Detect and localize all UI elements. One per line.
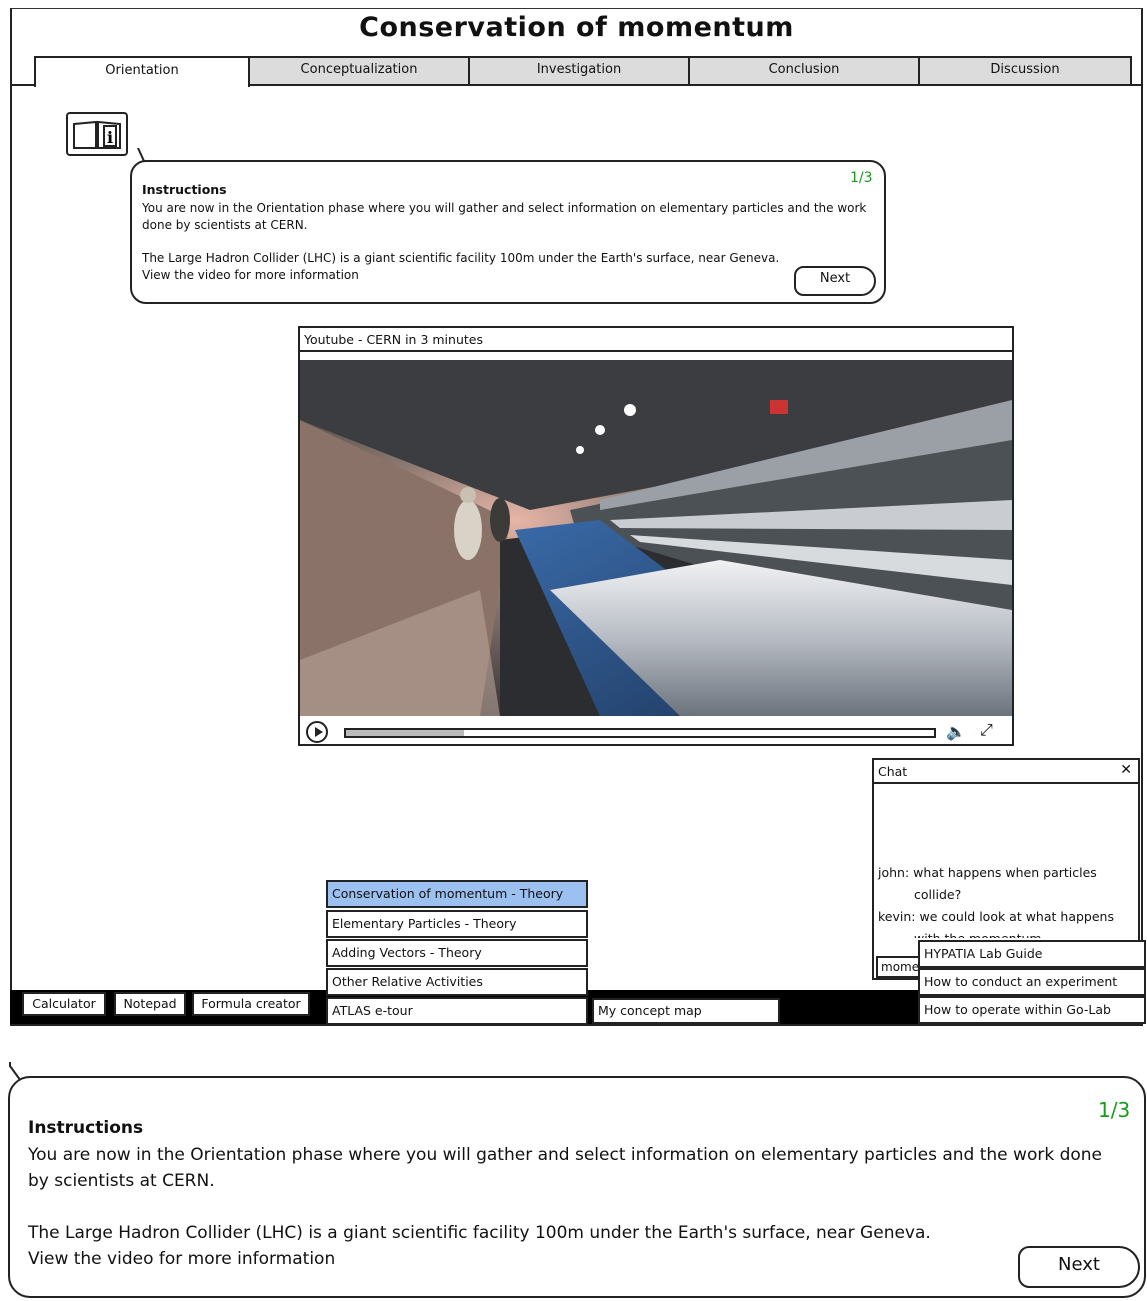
chat-text-continued: collide? [914,887,962,902]
chat-user: john: [878,865,910,880]
instructions-counter: 1/3 [850,170,873,186]
instructions-text: You are now in the Orientation phase whe… [28,1145,1103,1191]
resource-item[interactable]: Elementary Particles - Theory [326,910,588,938]
calculator-button[interactable]: Calculator [22,992,106,1016]
instructions-heading: Instructions [142,182,227,197]
resources-menu: Conservation of momentum - Theory Elemen… [326,880,588,1026]
tab-discussion[interactable]: Discussion [918,56,1132,86]
chat-text-continued: with the momentum [878,928,1136,938]
tab-conceptualization[interactable]: Conceptualization [248,56,470,86]
svg-text:i: i [107,128,113,147]
video-player: Youtube - CERN in 3 minutes 🔈 ⤢ [298,326,1014,746]
instructions-text-lhc: The Large Hadron Collider (LHC) is a gia… [28,1223,931,1243]
chat-message: john: what happens when particles collid… [878,862,1136,906]
chat-title: Chat [874,760,1138,784]
resource-item[interactable]: Adding Vectors - Theory [326,939,588,967]
guide-item[interactable]: How to conduct an experiment [918,968,1146,996]
tab-investigation[interactable]: Investigation [468,56,690,86]
instructions-bubble: 1/3 Instructions You are now in the Orie… [130,160,886,304]
video-controls: 🔈 ⤢ [300,718,1012,744]
tab-conclusion[interactable]: Conclusion [688,56,920,86]
fullscreen-icon[interactable]: ⤢ [980,720,993,740]
video-frame-image[interactable] [300,360,1012,716]
next-button[interactable]: Next [1018,1246,1140,1288]
guide-item[interactable]: How to operate within Go-Lab [918,996,1146,1024]
tab-baseline [250,84,1143,86]
chat-user: kevin: [878,909,916,924]
video-seek-bar[interactable] [344,728,936,738]
close-icon[interactable]: ✕ [1120,762,1132,778]
chat-text: what happens when particles [913,865,1097,880]
instructions-bubble-zoomed: 1/3 Instructions You are now in the Orie… [8,1076,1146,1298]
video-title: Youtube - CERN in 3 minutes [300,328,1012,352]
play-icon[interactable] [306,721,328,743]
instructions-counter: 1/3 [1098,1098,1131,1122]
instructions-heading: Instructions [28,1118,144,1138]
instructions-text-lhc: The Large Hadron Collider (LHC) is a gia… [142,251,780,265]
notepad-button[interactable]: Notepad [114,992,186,1016]
chat-text: we could look at what happens [919,909,1114,924]
formula-creator-button[interactable]: Formula creator [192,992,310,1016]
concept-map-button[interactable]: My concept map [592,998,780,1024]
instructions-text-video: View the video for more information [28,1249,336,1269]
instructions-text: You are now in the Orientation phase whe… [142,201,867,232]
seek-progress [346,730,464,736]
resource-item[interactable]: Conservation of momentum - Theory [326,880,588,908]
guides-menu: HYPATIA Lab Guide How to conduct an expe… [918,940,1146,1026]
resource-item[interactable]: Other Relative Activities [326,968,588,996]
volume-icon[interactable]: 🔈 [946,722,966,741]
info-book-icon[interactable]: i [66,112,128,156]
resource-item[interactable]: ATLAS e-tour [326,997,588,1025]
guide-item[interactable]: HYPATIA Lab Guide [918,940,1146,968]
page-title: Conservation of momentum [359,12,794,43]
chat-message: kevin: we could look at what happens wit… [878,906,1136,938]
instructions-text-video: View the video for more information [142,268,359,282]
tab-baseline [10,84,34,86]
tab-orientation[interactable]: Orientation [34,56,250,87]
next-button[interactable]: Next [794,266,876,296]
